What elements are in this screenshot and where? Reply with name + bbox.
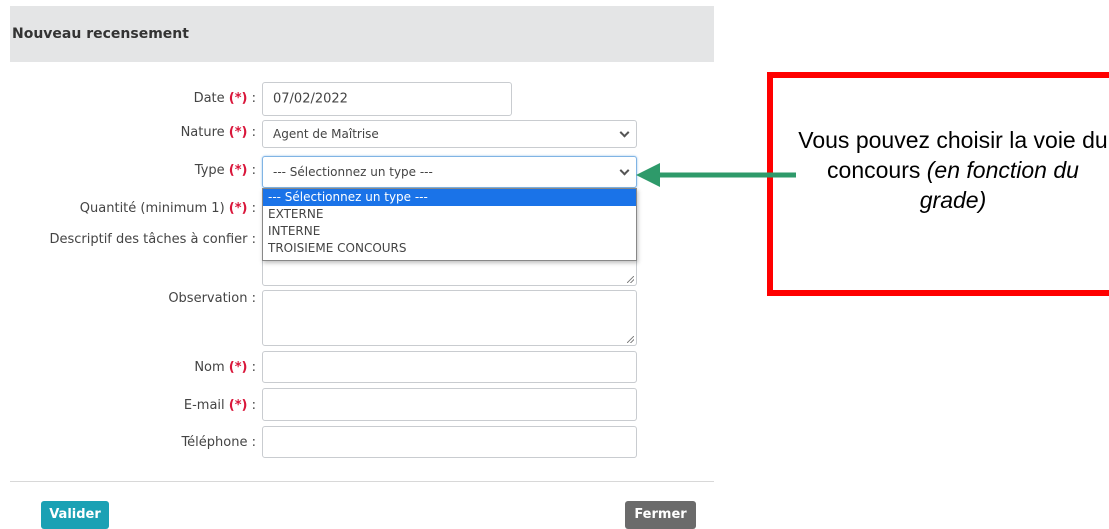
phone-label: Téléphone :	[181, 435, 256, 450]
observation-label: Observation :	[168, 291, 256, 306]
nature-select[interactable]: Agent de Maîtrise	[262, 120, 637, 148]
chevron-down-icon	[619, 127, 630, 138]
observation-textarea[interactable]	[262, 290, 637, 346]
name-input[interactable]	[262, 351, 637, 383]
close-button[interactable]: Fermer	[625, 501, 696, 529]
nature-label: Nature (*) :	[180, 125, 256, 140]
quantity-label: Quantité (minimum 1) (*) :	[79, 201, 256, 216]
type-label: Type (*) :	[194, 163, 256, 178]
resize-handle-icon[interactable]	[627, 336, 634, 343]
form-title: Nouveau recensement	[12, 26, 189, 42]
form-header: Nouveau recensement	[10, 6, 714, 62]
footer-divider	[10, 481, 714, 482]
required-marker: (*)	[228, 91, 248, 106]
type-option-externe[interactable]: EXTERNE	[263, 206, 636, 223]
type-dropdown-list: --- Sélectionnez un type --- EXTERNE INT…	[262, 188, 637, 261]
annotation-arrow-icon	[636, 163, 796, 187]
resize-handle-icon[interactable]	[627, 276, 634, 283]
type-option-placeholder[interactable]: --- Sélectionnez un type ---	[263, 189, 636, 206]
type-select[interactable]: --- Sélectionnez un type ---	[262, 156, 637, 188]
type-option-interne[interactable]: INTERNE	[263, 223, 636, 240]
validate-button[interactable]: Valider	[41, 501, 109, 529]
phone-input[interactable]	[262, 426, 637, 458]
email-label: E-mail (*) :	[183, 398, 256, 413]
annotation-text: Vous pouvez choisir la voie du concours …	[798, 127, 1108, 213]
date-input[interactable]: 07/02/2022	[262, 82, 512, 116]
chevron-down-icon	[619, 165, 630, 176]
type-option-troisieme[interactable]: TROISIEME CONCOURS	[263, 240, 636, 257]
email-input[interactable]	[262, 388, 637, 421]
description-label: Descriptif des tâches à confier :	[49, 232, 256, 247]
date-label: Date (*) :	[193, 91, 256, 106]
name-label: Nom (*) :	[194, 360, 256, 375]
